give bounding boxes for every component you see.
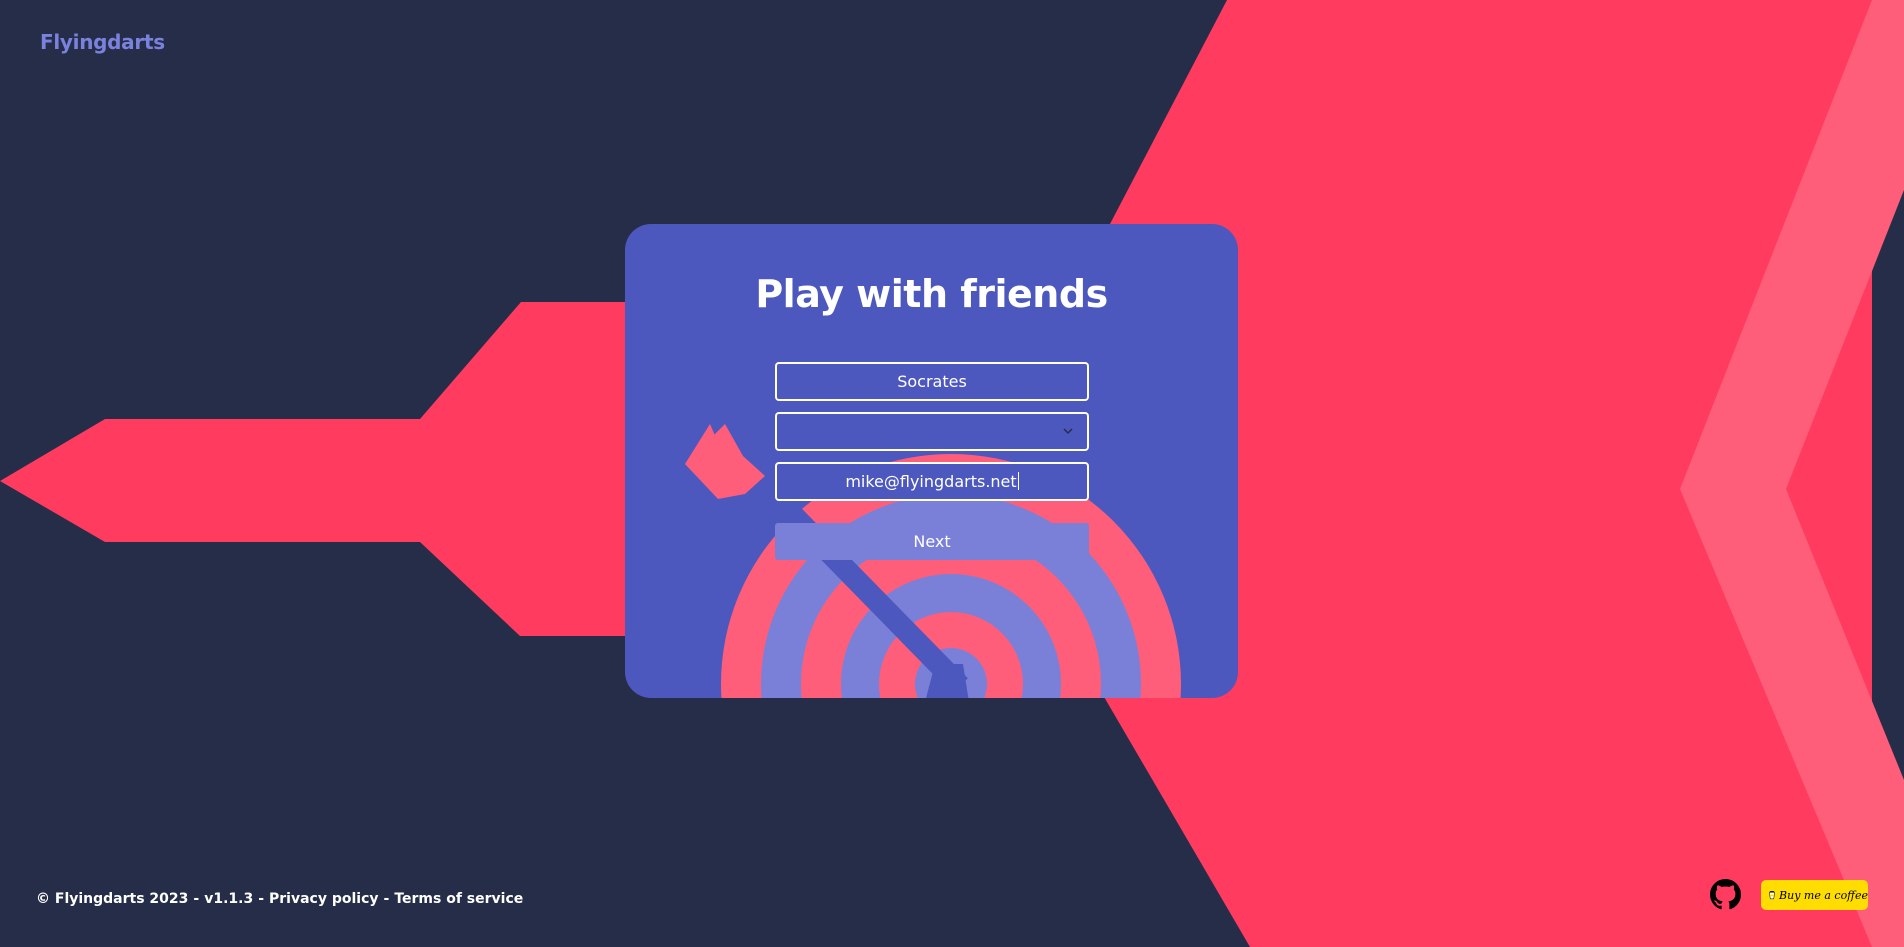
footer-separator: - — [383, 891, 390, 907]
terms-of-service-link[interactable]: Terms of service — [394, 891, 523, 907]
next-button[interactable]: Next — [775, 523, 1089, 560]
page-title: Play with friends — [755, 272, 1108, 316]
page: Flyingdarts Play with friends Socrates m… — [0, 0, 1904, 947]
option-select[interactable] — [775, 412, 1089, 451]
footer-separator: - — [193, 891, 200, 907]
copyright-text: © Flyingdarts 2023 — [36, 891, 189, 907]
chevron-down-icon — [1063, 428, 1073, 435]
email-field-value: mike@flyingdarts.net — [845, 472, 1017, 491]
github-icon[interactable] — [1710, 879, 1741, 910]
brand-logo[interactable]: Flyingdarts — [40, 30, 165, 54]
buy-me-a-coffee-button[interactable]: Buy me a coffee — [1761, 880, 1868, 910]
email-field[interactable]: mike@flyingdarts.net — [775, 462, 1089, 501]
name-input[interactable]: Socrates — [775, 362, 1089, 401]
play-with-friends-card: Play with friends Socrates mike@flyingda… — [625, 224, 1238, 698]
text-cursor — [1017, 472, 1019, 490]
background-dart-tail — [0, 302, 640, 636]
footer-separator: - — [258, 891, 265, 907]
footer: © Flyingdarts 2023- v1.1.3- Privacy policy… — [36, 891, 523, 907]
coffee-cup-icon — [1769, 891, 1775, 900]
name-input-value: Socrates — [897, 372, 967, 391]
version-text: v1.1.3 — [204, 891, 254, 907]
privacy-policy-link[interactable]: Privacy policy — [269, 891, 379, 907]
coffee-button-label: Buy me a coffee — [1779, 888, 1868, 902]
